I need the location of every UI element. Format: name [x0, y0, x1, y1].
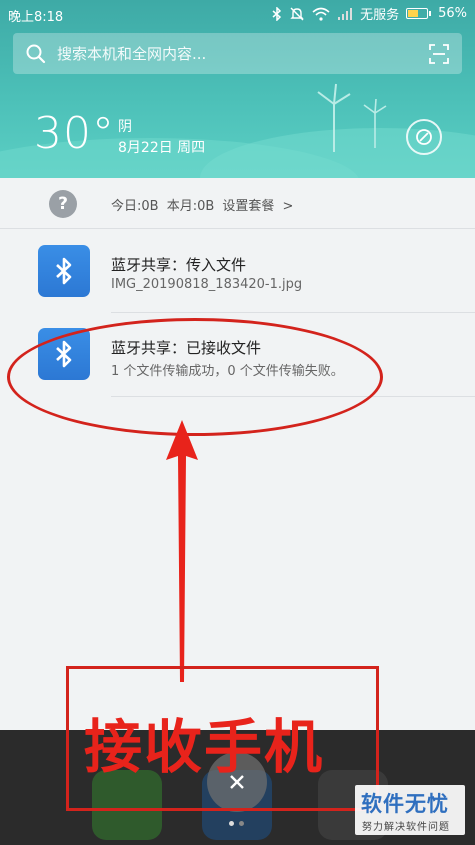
scan-icon[interactable]: [428, 43, 450, 65]
data-usage-text[interactable]: 今日:0B 本月:0B 设置套餐 >: [111, 195, 293, 214]
notification-panel: ? 今日:0B 本月:0B 设置套餐 > 蓝牙共享：传入文件 IMG_20190…: [0, 178, 475, 730]
wind-turbine-decoration: [363, 98, 387, 148]
page-indicator: [229, 821, 244, 826]
page-dot: [239, 821, 244, 826]
edit-button[interactable]: [406, 119, 442, 155]
search-input[interactable]: 搜索本机和全网内容...: [57, 43, 428, 64]
annotation-highlight-ellipse: [7, 318, 383, 436]
bluetooth-icon: [272, 5, 282, 23]
battery-percent: 56%: [438, 6, 467, 21]
network-status: 无服务: [360, 8, 400, 23]
search-icon: [26, 44, 46, 63]
notification-shade-header: 晚上8:18 无服务 56% 搜索本机和全网内容... 30° 阴 8月22日 …: [0, 0, 475, 178]
page-dot: [229, 821, 234, 826]
divider: [111, 312, 475, 313]
help-icon[interactable]: ?: [49, 190, 77, 218]
wifi-icon: [312, 5, 330, 23]
wind-turbine-decoration: [317, 83, 351, 152]
temperature: 30°: [34, 108, 115, 159]
status-time: 晚上8:18: [8, 10, 64, 25]
mute-icon: [289, 5, 305, 23]
data-usage-row[interactable]: ? 今日:0B 本月:0B 设置套餐 >: [0, 178, 475, 228]
search-bar[interactable]: 搜索本机和全网内容...: [13, 33, 462, 74]
watermark-title: 软件无忧: [361, 792, 449, 816]
date-label: 8月22日 周四: [118, 140, 206, 156]
annotation-label: 接收手机: [84, 713, 325, 781]
notification-title: 蓝牙共享：传入文件: [111, 256, 247, 274]
watermark: 软件无忧 努力解决软件问题: [355, 785, 465, 835]
status-bar: 晚上8:18 无服务 56%: [0, 0, 475, 28]
divider: [0, 228, 475, 229]
bluetooth-icon: [38, 245, 90, 297]
notification-subtitle: IMG_20190818_183420-1.jpg: [111, 277, 303, 292]
weather-condition: 阴: [118, 119, 132, 135]
edit-icon: [416, 129, 432, 145]
annotation-arrow: [166, 420, 198, 682]
notification-item-incoming-file[interactable]: 蓝牙共享：传入文件 IMG_20190818_183420-1.jpg: [0, 230, 475, 318]
signal-icon: [337, 5, 353, 23]
battery-icon: [406, 8, 432, 19]
battery-level: [408, 10, 419, 17]
watermark-subtitle: 努力解决软件问题: [362, 822, 450, 833]
